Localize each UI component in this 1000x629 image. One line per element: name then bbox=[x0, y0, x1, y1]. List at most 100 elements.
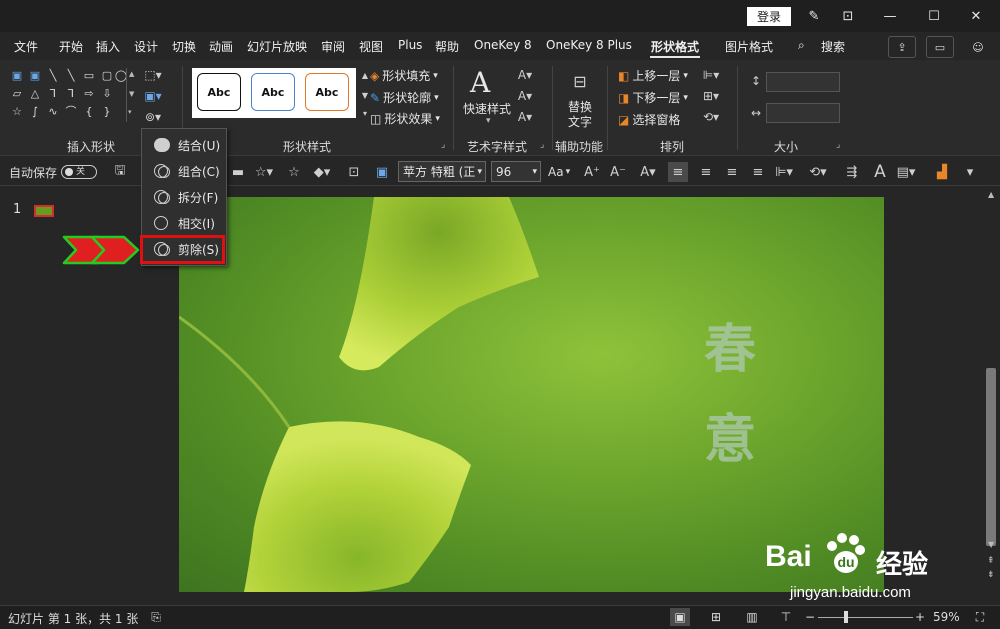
quick-style-button[interactable]: 快速样式 bbox=[463, 100, 511, 117]
tab-insert[interactable]: 插入 bbox=[96, 38, 120, 55]
text-direction-icon[interactable]: ⇶ bbox=[842, 162, 862, 182]
text-outline-icon[interactable]: A▾ bbox=[514, 87, 536, 105]
autosave-toggle[interactable]: 自动保存 关 bbox=[9, 162, 98, 182]
shape-outline-button[interactable]: ✎ 形状轮廓 ▾ bbox=[370, 89, 439, 106]
comments-button[interactable]: ▭ bbox=[926, 36, 954, 58]
close-icon[interactable]: ✕ bbox=[966, 6, 986, 26]
maximize-icon[interactable]: ☐ bbox=[924, 6, 944, 26]
previous-slide-icon[interactable]: ⇞ bbox=[987, 556, 995, 566]
shapes-icon[interactable]: ◆▾ bbox=[312, 162, 332, 182]
slide-thumbnail[interactable] bbox=[34, 205, 54, 217]
line-shape-icon[interactable]: ╲ bbox=[46, 68, 60, 82]
curve-shape-icon[interactable]: ∫ bbox=[28, 104, 42, 118]
accessibility-check-icon[interactable]: ⎘ bbox=[146, 608, 166, 626]
shape-gallery-scroll[interactable]: ▲ ▼ ▾ bbox=[126, 68, 136, 122]
letter-a-icon[interactable]: A bbox=[470, 66, 490, 99]
decrease-font-icon[interactable]: A⁻ bbox=[608, 162, 628, 182]
merge-shapes-icon[interactable]: ⊚▾ bbox=[142, 108, 164, 126]
search-label[interactable]: 搜索 bbox=[821, 38, 845, 55]
tab-file[interactable]: 文件 bbox=[14, 38, 38, 55]
right-arrow-shape-icon[interactable]: ⇨ bbox=[82, 86, 96, 100]
textbox-shape-icon[interactable]: ▣ bbox=[10, 68, 24, 82]
slide-layout-icon[interactable]: ▤▾ bbox=[896, 162, 916, 182]
picture-icon[interactable]: ⊡ bbox=[344, 162, 364, 182]
save-icon[interactable]: 🖫 bbox=[110, 162, 130, 182]
draw-textbox-icon[interactable]: ▣▾ bbox=[142, 87, 164, 105]
ribbon-display-icon[interactable]: ⊡ bbox=[838, 6, 858, 26]
textbox-icon[interactable]: ▣ bbox=[372, 162, 392, 182]
arc-shape-icon[interactable]: ⌒ bbox=[64, 104, 78, 118]
reading-view-icon[interactable]: ▥ bbox=[742, 608, 762, 626]
tab-transitions[interactable]: 切换 bbox=[172, 38, 196, 55]
slide-char-spring[interactable]: 春 bbox=[704, 307, 756, 382]
shape-style-preset-1[interactable]: Abc bbox=[192, 68, 248, 118]
tab-animations[interactable]: 动画 bbox=[209, 38, 233, 55]
scroll-down-icon[interactable]: ▼ bbox=[988, 540, 994, 549]
slide-canvas[interactable]: 春 意 bbox=[179, 197, 884, 592]
brace-left-shape-icon[interactable]: { bbox=[82, 104, 96, 118]
star-outline-icon[interactable]: ☆ bbox=[284, 162, 304, 182]
share-button[interactable]: ⇪ bbox=[888, 36, 916, 58]
tab-design[interactable]: 设计 bbox=[134, 38, 158, 55]
change-case-button[interactable]: Aa ▾ bbox=[548, 162, 570, 182]
tab-onekey8-plus[interactable]: OneKey 8 Plus bbox=[546, 38, 632, 52]
more-commands-icon[interactable]: ▟ bbox=[932, 162, 952, 182]
shape-gallery[interactable]: ▣ ▣ ╲ ╲ ▭ ▢ ◯ ▱ △ ⅂ ⅂ ⇨ ⇩ ☆ ∫ ∿ ⌒ { } bbox=[10, 68, 127, 122]
zoom-out-icon[interactable]: − bbox=[800, 608, 820, 626]
menu-item-combine[interactable]: 组合(C) bbox=[142, 159, 226, 183]
edit-shape-icon[interactable]: ⬚▾ bbox=[142, 66, 164, 84]
zoom-slider-thumb[interactable] bbox=[844, 611, 848, 623]
shape-fill-button[interactable]: ◈ 形状填充 ▾ bbox=[370, 67, 438, 84]
tab-plus[interactable]: Plus bbox=[398, 38, 422, 52]
justify-icon[interactable]: ≡ bbox=[748, 162, 768, 182]
tab-review[interactable]: 审阅 bbox=[321, 38, 345, 55]
customize-qat-icon[interactable]: ▾ bbox=[960, 162, 980, 182]
rectangle-shape-icon[interactable]: ▭ bbox=[82, 68, 96, 82]
increase-font-icon[interactable]: A⁺ bbox=[582, 162, 602, 182]
art-text-launcher-icon[interactable]: ⌟ bbox=[540, 140, 544, 150]
slide-char-meaning[interactable]: 意 bbox=[704, 397, 756, 472]
elbow-connector-icon[interactable]: ⅂ bbox=[46, 86, 60, 100]
scroll-up-icon[interactable]: ▲ bbox=[988, 190, 994, 199]
fit-slide-icon[interactable]: ⛶ bbox=[970, 608, 990, 626]
tab-home[interactable]: 开始 bbox=[59, 38, 83, 55]
freeform-shape-icon[interactable]: ∿ bbox=[46, 104, 60, 118]
alt-text-icon[interactable]: ⊟ bbox=[568, 70, 592, 92]
align-center-icon[interactable]: ≡ bbox=[696, 162, 716, 182]
send-backward-button[interactable]: ◨ 下移一层 ▾ bbox=[618, 89, 688, 106]
align-left-icon[interactable]: ≡ bbox=[668, 162, 688, 182]
alt-text-line2[interactable]: 文字 bbox=[568, 113, 592, 130]
text-effect-icon[interactable]: A▾ bbox=[514, 108, 536, 126]
isosceles-triangle-icon[interactable]: △ bbox=[28, 86, 42, 100]
selection-pane-button[interactable]: ◪ 选择窗格 bbox=[618, 111, 680, 128]
minimize-icon[interactable]: — bbox=[880, 6, 900, 26]
format-painter-icon[interactable]: ▬ bbox=[228, 162, 248, 182]
search-icon[interactable]: ⌕ bbox=[798, 38, 805, 53]
wordart-icon[interactable]: A bbox=[870, 162, 890, 182]
vertical-textbox-shape-icon[interactable]: ▣ bbox=[28, 68, 42, 82]
menu-item-intersect[interactable]: 相交(I) bbox=[142, 211, 226, 235]
size-launcher-icon[interactable]: ⌟ bbox=[836, 140, 840, 150]
tab-view[interactable]: 视图 bbox=[359, 38, 383, 55]
align-right-icon[interactable]: ≡ bbox=[722, 162, 742, 182]
feedback-icon[interactable]: ☺ bbox=[964, 36, 992, 58]
menu-item-fragment[interactable]: 拆分(F) bbox=[142, 185, 226, 209]
shape-effect-button[interactable]: ◫ 形状效果 ▾ bbox=[370, 110, 440, 127]
slideshow-icon[interactable]: ⊤ bbox=[776, 608, 796, 626]
brace-right-shape-icon[interactable]: } bbox=[100, 104, 114, 118]
next-slide-icon[interactable]: ⇟ bbox=[987, 570, 995, 580]
font-color-icon[interactable]: A▾ bbox=[638, 162, 658, 182]
shape-style-preset-2[interactable]: Abc bbox=[246, 68, 302, 118]
menu-item-union[interactable]: 结合(U) bbox=[142, 133, 226, 157]
align-icon[interactable]: ⊫▾ bbox=[700, 66, 722, 84]
height-input[interactable] bbox=[766, 72, 840, 92]
star-shape-icon[interactable]: ☆▾ bbox=[254, 162, 274, 182]
text-fill-icon[interactable]: A▾ bbox=[514, 66, 536, 84]
rounded-rect-shape-icon[interactable]: ▢ bbox=[100, 68, 114, 82]
font-name-select[interactable]: 苹方 特粗 (正 ▾ bbox=[398, 161, 486, 182]
zoom-level[interactable]: 59% bbox=[933, 610, 960, 624]
zoom-in-icon[interactable]: + bbox=[910, 608, 930, 626]
down-arrow-shape-icon[interactable]: ⇩ bbox=[100, 86, 114, 100]
shape-style-preset-3[interactable]: Abc bbox=[300, 68, 356, 118]
shape-styles-launcher-icon[interactable]: ⌟ bbox=[441, 140, 445, 150]
